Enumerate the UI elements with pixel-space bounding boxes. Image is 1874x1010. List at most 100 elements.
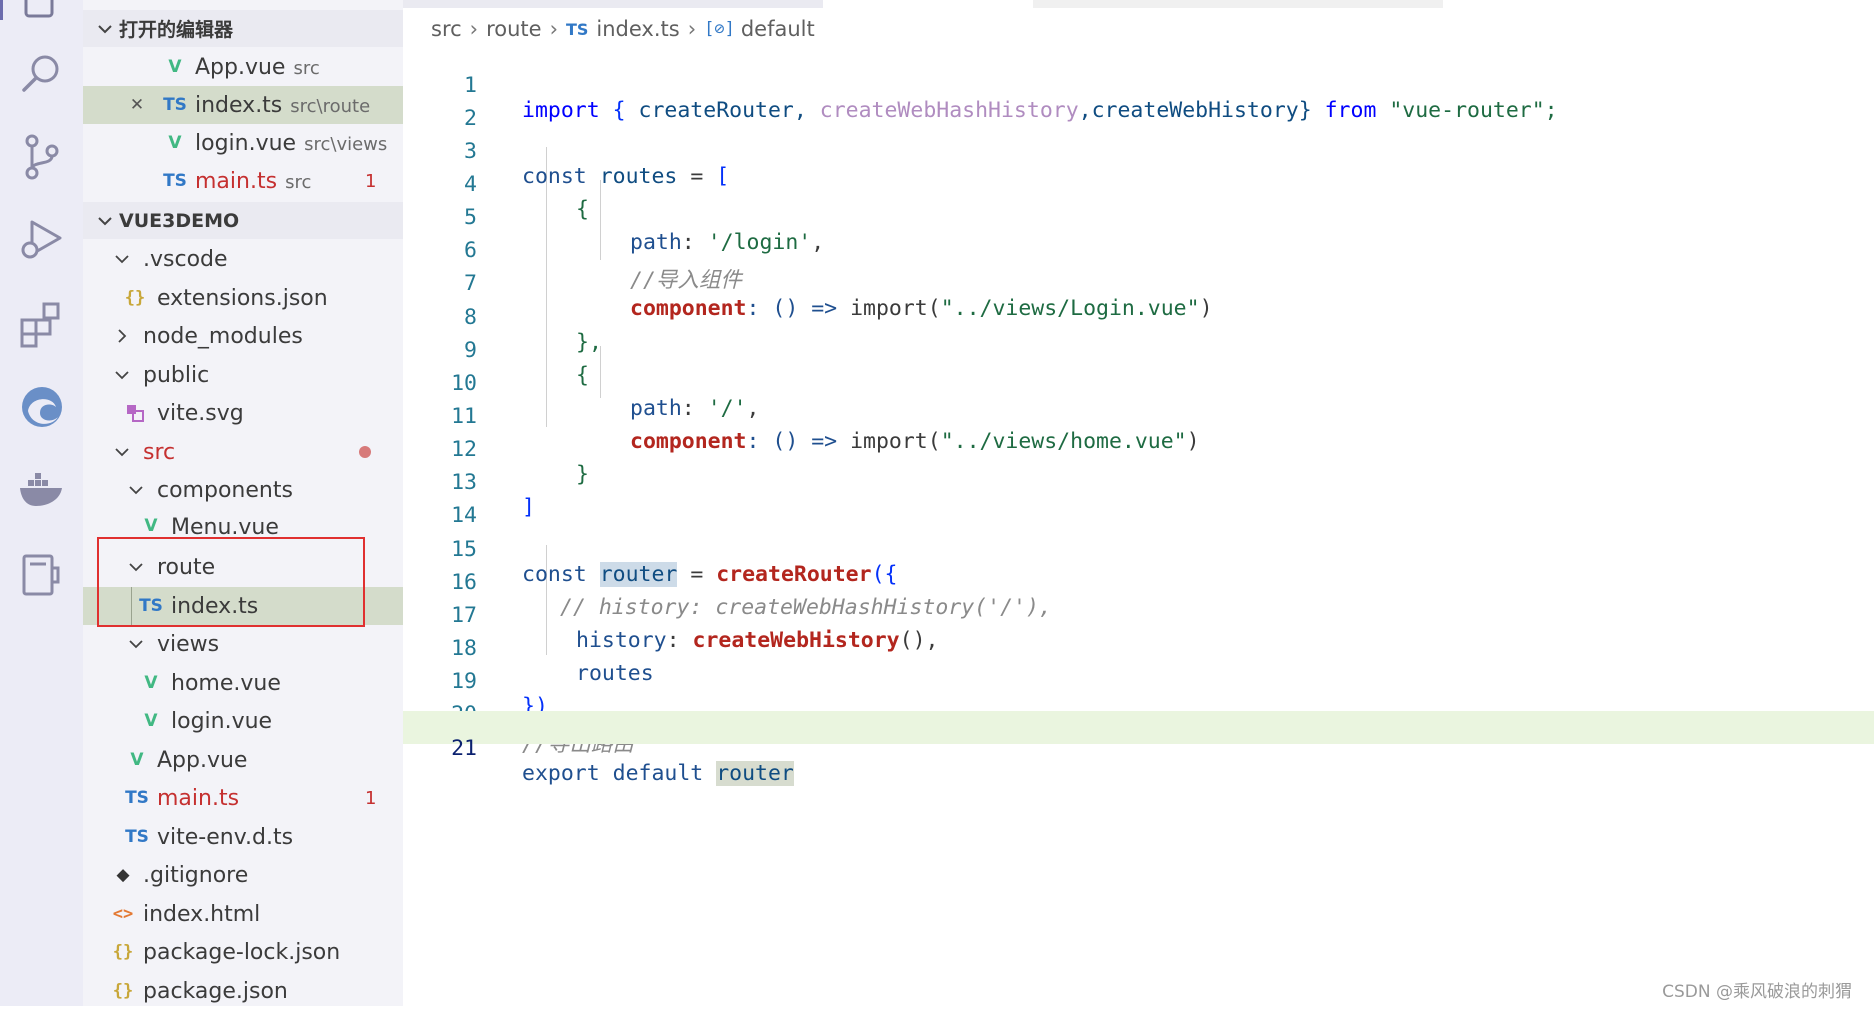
docker-icon[interactable] bbox=[18, 466, 66, 514]
open-editors-header[interactable]: 打开的编辑器 bbox=[83, 10, 403, 47]
code-line[interactable]: 1 import { createRouter, createWebHashHi… bbox=[403, 48, 1874, 123]
tree-file[interactable]: <> index.html bbox=[83, 895, 403, 933]
extensions-icon[interactable] bbox=[18, 300, 66, 348]
tree-file[interactable]: V home.vue bbox=[83, 664, 403, 702]
open-editors-title: 打开的编辑器 bbox=[119, 19, 234, 41]
folder-name: src bbox=[143, 439, 176, 465]
code-line[interactable]: 6 //导入组件 bbox=[403, 213, 1874, 293]
code-line[interactable]: 17 history: createWebHistory(), bbox=[403, 578, 1874, 653]
typescript-file-icon: TS bbox=[125, 788, 149, 808]
file-path: src\views bbox=[304, 133, 388, 155]
json-file-icon: {} bbox=[124, 288, 146, 308]
tree-file-active[interactable]: TS index.ts bbox=[83, 587, 403, 625]
chevron-right-icon bbox=[118, 329, 127, 343]
vue-file-icon: V bbox=[144, 516, 158, 536]
open-editor-item[interactable]: V App.vue src bbox=[83, 48, 403, 86]
code-line[interactable]: 3 const routes = [ bbox=[403, 114, 1874, 189]
file-name: extensions.json bbox=[157, 285, 328, 311]
open-editor-item-active[interactable]: ✕ TS index.ts src\route bbox=[83, 86, 403, 124]
json-file-icon: {} bbox=[112, 981, 134, 1001]
file-name: main.ts bbox=[195, 168, 278, 194]
token-keyword: default bbox=[612, 761, 704, 786]
tree-file[interactable]: ◆ .gitignore bbox=[83, 856, 403, 894]
tree-file[interactable]: TS vite-env.d.ts bbox=[83, 818, 403, 856]
active-indicator bbox=[0, 0, 3, 20]
svg-file-icon bbox=[123, 401, 147, 425]
code-editor[interactable]: src › route › TS index.ts › [⊘] default … bbox=[403, 0, 1874, 1006]
folder-name: components bbox=[157, 477, 293, 503]
chevron-down-icon bbox=[129, 640, 143, 649]
problem-count-badge: 1 bbox=[365, 170, 377, 192]
run-debug-icon[interactable] bbox=[18, 216, 66, 264]
code-line[interactable]: 19 }) bbox=[403, 644, 1874, 719]
html-file-icon: <> bbox=[112, 904, 134, 924]
breadcrumb: src › route › TS index.ts › [⊘] default bbox=[431, 14, 815, 44]
tree-file[interactable]: {} package-lock.json bbox=[83, 933, 403, 971]
explorer-sidebar: 打开的编辑器 V App.vue src ✕ TS index.ts src\rou… bbox=[83, 0, 403, 1006]
close-icon[interactable]: ✕ bbox=[125, 93, 149, 117]
code-line[interactable]: 4 { bbox=[403, 147, 1874, 222]
tree-folder[interactable]: route bbox=[83, 548, 403, 586]
notebook-icon[interactable] bbox=[18, 550, 66, 598]
chevron-right-icon: › bbox=[549, 17, 558, 41]
tree-folder[interactable]: src bbox=[83, 433, 403, 471]
code-line[interactable]: 20 //导出路由 bbox=[403, 677, 1874, 757]
file-name: login.vue bbox=[195, 130, 297, 156]
code-line[interactable]: 8 }, bbox=[403, 280, 1874, 355]
tree-file[interactable]: V Menu.vue bbox=[83, 510, 403, 538]
edge-icon[interactable] bbox=[18, 383, 66, 431]
breadcrumb-item[interactable]: src bbox=[431, 17, 462, 41]
problem-count-badge: 1 bbox=[365, 787, 377, 809]
project-header[interactable]: VUE3DEMO bbox=[83, 202, 403, 239]
chevron-down-icon bbox=[115, 255, 129, 264]
tree-file[interactable]: {} package.json bbox=[83, 972, 403, 1010]
git-file-icon: ◆ bbox=[116, 865, 130, 885]
open-editor-item[interactable]: TS main.ts src 1 bbox=[83, 162, 403, 200]
vue-file-icon: V bbox=[130, 750, 144, 770]
tree-file[interactable]: vite.svg bbox=[83, 394, 403, 432]
file-name: index.ts bbox=[195, 92, 283, 118]
code-line[interactable]: 14 bbox=[403, 478, 1874, 528]
code-line[interactable]: 7 component: () => import("../views/Logi… bbox=[403, 246, 1874, 321]
tree-folder[interactable]: node_modules bbox=[83, 317, 403, 355]
indent-guide bbox=[131, 587, 132, 625]
breadcrumb-item[interactable]: default bbox=[741, 17, 815, 41]
search-icon[interactable] bbox=[18, 50, 66, 98]
file-path: src\route bbox=[290, 95, 371, 117]
tree-folder[interactable]: views bbox=[83, 625, 403, 663]
breadcrumb-item[interactable]: index.ts bbox=[596, 17, 679, 41]
breadcrumb-item[interactable]: route bbox=[486, 17, 541, 41]
code-line[interactable]: 18 routes bbox=[403, 611, 1874, 686]
tree-file[interactable]: {} extensions.json bbox=[83, 279, 403, 317]
tree-file[interactable]: V App.vue bbox=[83, 741, 403, 779]
code-line[interactable]: 16 // history: createWebHashHistory('/')… bbox=[403, 545, 1874, 620]
file-name: Menu.vue bbox=[171, 515, 279, 538]
code-line[interactable]: 2 bbox=[403, 81, 1874, 131]
open-editor-item[interactable]: V login.vue src\views bbox=[83, 124, 403, 162]
chevron-right-icon: › bbox=[469, 17, 479, 41]
chevron-down-icon bbox=[115, 448, 129, 457]
file-name: home.vue bbox=[171, 670, 281, 696]
folder-name: public bbox=[143, 362, 210, 388]
file-name: main.ts bbox=[157, 785, 240, 811]
code-line[interactable]: 15 const router = createRouter({ bbox=[403, 512, 1874, 587]
tree-folder[interactable]: .vscode bbox=[83, 240, 403, 278]
code-line[interactable]: 13 ] bbox=[403, 445, 1874, 520]
explorer-icon[interactable] bbox=[18, 0, 66, 26]
tree-file[interactable]: TS main.ts 1 bbox=[83, 779, 403, 817]
tree-folder[interactable]: components bbox=[83, 471, 403, 509]
source-control-icon[interactable] bbox=[18, 133, 66, 181]
chevron-down-icon bbox=[129, 563, 143, 572]
vue-file-icon: V bbox=[144, 711, 158, 731]
code-line[interactable]: 12 } bbox=[403, 412, 1874, 487]
chevron-down-icon bbox=[98, 25, 112, 34]
tree-folder[interactable]: public bbox=[83, 356, 403, 394]
code-line[interactable]: 11 component: () => import("../views/hom… bbox=[403, 379, 1874, 454]
code-line[interactable]: 10 path: '/', bbox=[403, 346, 1874, 421]
json-file-icon: {} bbox=[112, 942, 134, 962]
code-line[interactable]: 9 { bbox=[403, 313, 1874, 388]
code-line-current[interactable]: 21 export default router bbox=[403, 711, 1874, 786]
code-line[interactable]: 5 path: '/login', bbox=[403, 180, 1874, 255]
line-number: 21 bbox=[451, 736, 477, 761]
tree-file[interactable]: V login.vue bbox=[83, 702, 403, 740]
